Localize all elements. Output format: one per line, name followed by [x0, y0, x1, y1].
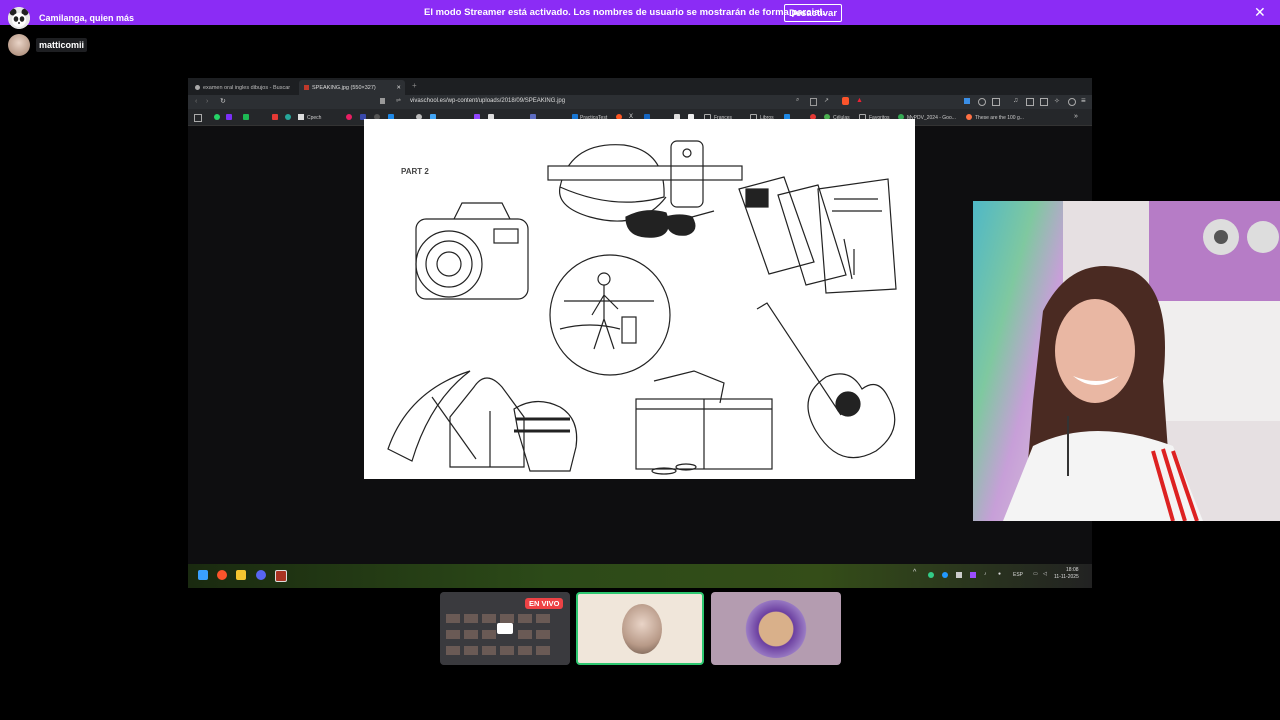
brave-icon[interactable]	[217, 570, 227, 580]
doll-avatar	[8, 34, 30, 56]
tray-mic-icon[interactable]: ●	[998, 571, 1001, 577]
more-bookmarks-icon[interactable]: »	[1074, 113, 1078, 120]
reload-icon[interactable]: ↻	[220, 97, 226, 105]
forward-icon[interactable]: ›	[206, 98, 208, 105]
tray-app-icon[interactable]	[928, 572, 934, 578]
webcam-feed[interactable]	[973, 201, 1280, 521]
guitar-drawing	[756, 302, 896, 459]
panda-avatar	[8, 7, 30, 29]
screen-share-window: examen oral ingles dibujos - Buscar SPEA…	[188, 78, 1092, 588]
wallet-icon[interactable]	[1040, 98, 1048, 106]
whatsapp-icon[interactable]	[214, 114, 220, 120]
sidebar-icon[interactable]	[1026, 98, 1034, 106]
bookmark-icon[interactable]	[285, 114, 291, 120]
app-icon[interactable]	[275, 570, 287, 582]
back-icon[interactable]: ‹	[195, 98, 197, 105]
disable-streamer-mode-button[interactable]: Desactivar	[784, 4, 842, 22]
bookmark-cpech[interactable]: Cpech	[307, 115, 321, 121]
brave-shield-icon[interactable]	[842, 97, 849, 105]
tray-volume-icon[interactable]: ♪	[984, 571, 987, 577]
webcam-scene	[973, 201, 1280, 521]
bookmark-icon[interactable]	[346, 114, 352, 120]
tray-chevron-icon[interactable]: ^	[913, 569, 916, 576]
tray-app-icon[interactable]	[942, 572, 948, 578]
zoom-icon[interactable]: ⌕	[796, 97, 799, 104]
cat-avatar	[745, 600, 807, 658]
live-badge: EN VIVO	[525, 598, 564, 609]
discord-icon[interactable]	[256, 570, 266, 580]
clock-date[interactable]: 11-11-2025	[1054, 574, 1079, 580]
close-icon[interactable]: ✕	[1254, 4, 1266, 21]
input-language[interactable]: ESP	[1013, 572, 1023, 578]
tray-app-icon[interactable]	[970, 572, 976, 578]
maps-drawing	[738, 176, 897, 294]
voice-user-name: Camilanga, quien más	[39, 13, 135, 23]
windows-start-icon[interactable]	[198, 570, 208, 580]
extension-icon[interactable]	[964, 98, 970, 104]
puzzle-icon[interactable]: ✧	[1054, 97, 1060, 105]
close-tab-icon[interactable]: ✕	[396, 85, 401, 91]
bookmark-icon[interactable]	[380, 98, 385, 104]
screen-share-icon	[497, 623, 513, 634]
clothes-umbrella-drawing	[387, 370, 578, 472]
cap-sunglasses-drawing	[547, 140, 743, 238]
bookmark-icon[interactable]	[226, 114, 232, 120]
extension-icon[interactable]	[992, 98, 1000, 106]
extension-icon[interactable]	[978, 98, 986, 106]
bookmark-icon[interactable]	[243, 114, 249, 120]
cpech-favicon	[298, 114, 304, 120]
tab-label: examen oral ingles dibujos - Buscar	[202, 84, 291, 91]
music-icon[interactable]: ♫	[1013, 97, 1018, 104]
tab-image[interactable]: SPEAKING.jpg (550×327) ✕	[299, 80, 405, 95]
speaking-drawings	[387, 140, 897, 475]
airport-traveller-drawing	[549, 254, 671, 376]
speaking-image: PART 2	[364, 119, 915, 479]
tab-search[interactable]: examen oral ingles dibujos - Buscar	[190, 80, 294, 95]
new-tab-button[interactable]: +	[412, 81, 417, 90]
site-info-icon[interactable]: ⇌	[396, 97, 401, 104]
bookmark-favicon	[966, 114, 972, 120]
bookmark-100-games[interactable]: These are the 100 g...	[975, 115, 1024, 121]
bookmark-icon[interactable]	[272, 114, 278, 120]
face	[1055, 299, 1135, 403]
voice-user[interactable]: matticomii	[8, 34, 88, 56]
streamer-mode-message: El modo Streamer está activado. Los nomb…	[424, 7, 825, 18]
wallet-money-drawing	[635, 370, 773, 475]
folder-icon[interactable]	[236, 570, 246, 580]
reader-icon[interactable]	[810, 98, 817, 106]
image-tab-icon	[304, 85, 309, 90]
participant-tile-camilanga[interactable]	[711, 592, 841, 665]
clock-time[interactable]: 18:08	[1066, 567, 1079, 573]
speaker-icon[interactable]: ◁	[1043, 571, 1047, 577]
rewards-icon[interactable]: ▲	[856, 97, 863, 104]
voice-user-name: matticomii	[36, 38, 88, 52]
address-bar	[188, 95, 1092, 109]
apps-icon[interactable]	[194, 114, 202, 122]
search-tab-icon	[195, 85, 200, 90]
tab-label: SPEAKING.jpg (550×327)	[312, 84, 376, 91]
share-icon[interactable]: ↗	[824, 97, 829, 104]
camera-drawing	[415, 202, 529, 300]
voice-user[interactable]: Camilanga, quien más	[8, 7, 137, 29]
url-field[interactable]: vivaschool.es/wp-content/uploads/2018/09…	[410, 98, 565, 104]
participant-tile-matticomii[interactable]	[576, 592, 704, 665]
doll-avatar	[622, 604, 662, 654]
tray-app-icon[interactable]	[956, 572, 962, 578]
network-icon[interactable]: ▭	[1033, 571, 1038, 577]
menu-icon[interactable]: ≡	[1081, 96, 1086, 105]
profile-icon[interactable]	[1068, 98, 1076, 106]
